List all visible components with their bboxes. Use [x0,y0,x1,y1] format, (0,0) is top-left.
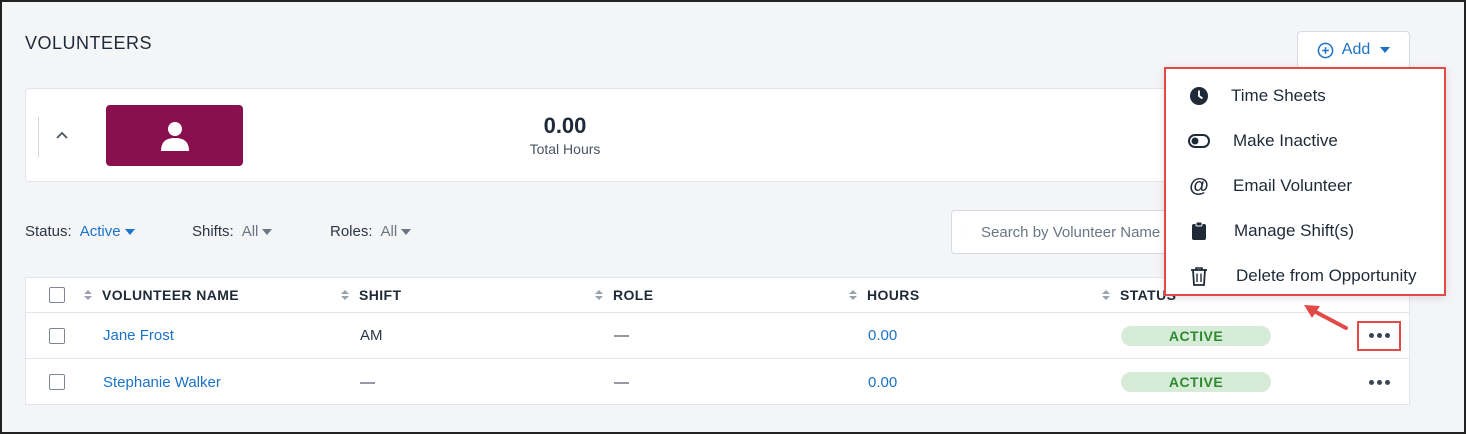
status-filter-label: Status: [25,223,72,240]
search-input[interactable] [981,223,1180,241]
total-hours-label: Total Hours [529,141,601,157]
at-sign-icon: @ [1189,174,1209,197]
menu-pointer [1370,295,1384,303]
sort-icon [1102,290,1110,300]
annotation-arrow [1304,305,1348,330]
sort-icon [84,290,92,300]
volunteer-name-link[interactable]: Jane Frost [103,313,174,358]
clock-icon [1188,85,1210,107]
status-badge: ACTIVE [1121,325,1271,346]
shifts-filter: Shifts: All [192,223,273,240]
search-box [951,210,1181,254]
menu-item-label: Email Volunteer [1233,176,1353,195]
collapse-button[interactable] [52,125,72,145]
clipboard-icon [1188,220,1210,242]
row-checkbox[interactable] [49,374,65,390]
volunteer-name-link[interactable]: Stephanie Walker [103,359,221,405]
menu-item-manage-shifts[interactable]: Manage Shift(s) [1166,211,1444,251]
app-frame: VOLUNTEERS Add 0.00 Total Hours Status: [0,0,1466,434]
add-button-label: Add [1341,41,1371,58]
menu-item-make-inactive[interactable]: Make Inactive [1166,121,1444,161]
plus-circle-icon [1317,42,1334,58]
roles-filter-label: Roles: [330,223,373,240]
roles-filter: Roles: All [330,223,412,240]
search-icon [966,231,967,233]
menu-item-label: Make Inactive [1233,131,1338,150]
menu-item-email-volunteer[interactable]: @ Email Volunteer [1166,166,1444,206]
add-button[interactable]: Add [1297,31,1410,69]
roles-filter-value: All [380,223,398,240]
select-all-checkbox[interactable] [49,287,65,303]
column-label: VOLUNTEER NAME [102,287,240,303]
chevron-up-icon [56,131,68,139]
row-actions-menu: Time Sheets Make Inactive @ Email Volunt… [1164,67,1446,296]
more-actions-button[interactable] [1357,320,1401,351]
total-hours-value: 0.00 [543,113,587,138]
column-label: HOURS [867,287,920,303]
shifts-filter-label: Shifts: [192,223,234,240]
role-cell: — [614,327,629,344]
hours-link[interactable]: 0.00 [868,359,897,405]
divider [38,117,39,157]
column-label: SHIFT [359,287,402,303]
chevron-down-icon [401,228,412,235]
sort-icon [341,290,349,300]
status-filter-dropdown[interactable]: Active [80,223,135,240]
sort-icon [849,290,857,300]
column-role[interactable]: ROLE [595,278,654,312]
table-row: Stephanie Walker — — 0.00 ACTIVE [26,359,1409,405]
row-checkbox[interactable] [49,327,65,344]
menu-item-delete-from-opportunity[interactable]: Delete from Opportunity [1166,256,1444,296]
more-actions-button[interactable] [1357,367,1401,397]
roles-filter-dropdown[interactable]: All [381,223,412,240]
toggle-icon [1188,130,1210,152]
menu-item-time-sheets[interactable]: Time Sheets [1166,76,1444,116]
table-row: Jane Frost AM — 0.00 ACTIVE [26,313,1409,359]
shift-cell: — [360,373,375,391]
chevron-down-icon [124,228,135,235]
sort-icon [595,290,603,300]
menu-item-label: Delete from Opportunity [1236,266,1417,285]
menu-item-label: Time Sheets [1231,86,1326,105]
shifts-filter-dropdown[interactable]: All [242,223,273,240]
column-volunteer-name[interactable]: VOLUNTEER NAME [84,278,239,312]
column-shift[interactable]: SHIFT [341,278,401,312]
page-title: VOLUNTEERS [25,33,153,53]
hours-link[interactable]: 0.00 [868,313,897,358]
shifts-filter-value: All [241,223,259,240]
trash-icon [1188,265,1210,287]
chevron-down-icon [1380,47,1391,53]
chevron-down-icon [262,228,273,235]
avatar [106,105,243,166]
column-hours[interactable]: HOURS [849,278,920,312]
status-filter-value: Active [79,223,121,240]
column-label: ROLE [613,287,654,303]
volunteers-table: VOLUNTEER NAME SHIFT ROLE HOURS STATUS J… [25,277,1410,405]
status-filter: Status: Active [25,223,135,240]
shift-cell: AM [360,327,383,344]
role-cell: — [614,373,629,391]
person-icon [160,121,189,151]
menu-item-label: Manage Shift(s) [1234,221,1354,240]
status-badge: ACTIVE [1121,372,1271,392]
